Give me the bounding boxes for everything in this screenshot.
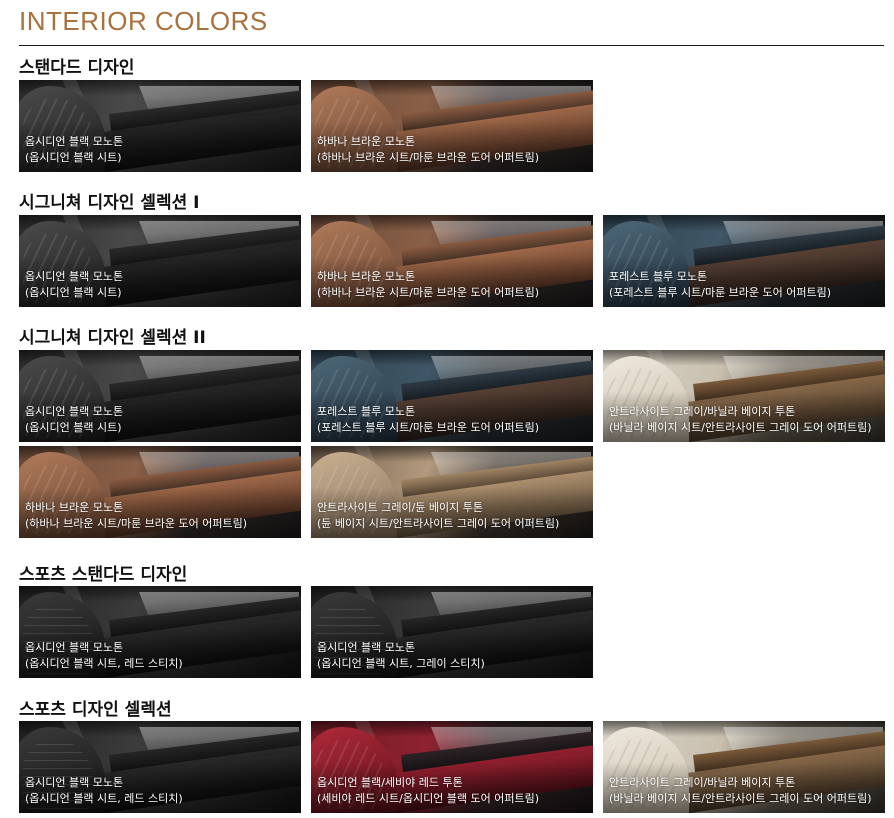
section-title-standard-design: 스탠다드 디자인	[19, 58, 135, 78]
swatch-color-name: 하바나 브라운 모노톤	[317, 270, 416, 283]
swatch-caption: 옵시디언 블랙 모노톤 (옵시디언 블랙 시트)	[25, 134, 123, 166]
swatch-color-name: 하바나 브라운 모노톤	[25, 501, 124, 514]
swatch-color-name: 옵시디언 블랙 모노톤	[317, 641, 416, 654]
swatch-color-detail: (옵시디언 블랙 시트, 레드 스티치)	[25, 792, 183, 805]
swatch-color-detail: (하바나 브라운 시트/마룬 브라운 도어 어퍼트림)	[317, 151, 540, 164]
swatch-color-name: 옵시디언 블랙 모노톤	[25, 641, 124, 654]
swatch-color-name: 안트라사이트 그레이/바닐라 베이지 투톤	[609, 405, 796, 418]
interior-swatch[interactable]: 하바나 브라운 모노톤 (하바나 브라운 시트/마룬 브라운 도어 어퍼트림)	[311, 215, 593, 307]
interior-swatch[interactable]: 포레스트 블루 모노톤 (포레스트 블루 시트/마룬 브라운 도어 어퍼트림)	[311, 350, 593, 442]
swatch-color-name: 옵시디언 블랙 모노톤	[25, 776, 124, 789]
swatch-caption: 하바나 브라운 모노톤 (하바나 브라운 시트/마룬 브라운 도어 어퍼트림)	[317, 134, 539, 166]
swatch-color-detail: (포레스트 블루 시트/마룬 브라운 도어 어퍼트림)	[609, 286, 832, 299]
interior-swatch[interactable]: 하바나 브라운 모노톤 (하바나 브라운 시트/마룬 브라운 도어 어퍼트림)	[19, 446, 301, 538]
swatch-color-name: 하바나 브라운 모노톤	[317, 135, 416, 148]
interior-swatch[interactable]: 옵시디언 블랙 모노톤 (옵시디언 블랙 시트)	[19, 350, 301, 442]
swatch-color-detail: (하바나 브라운 시트/마룬 브라운 도어 어퍼트림)	[25, 517, 248, 530]
swatch-caption: 안트라사이트 그레이/듄 베이지 투톤 (듄 베이지 시트/안트라사이트 그레이…	[317, 500, 559, 532]
swatch-color-name: 옵시디언 블랙 모노톤	[25, 135, 124, 148]
interior-swatch[interactable]: 안트라사이트 그레이/듄 베이지 투톤 (듄 베이지 시트/안트라사이트 그레이…	[311, 446, 593, 538]
interior-swatch[interactable]: 옵시디언 블랙/세비야 레드 투톤 (세비야 레드 시트/옵시디언 블랙 도어 …	[311, 721, 593, 813]
section-title-sports-standard-design: 스포츠 스탠다드 디자인	[19, 565, 188, 585]
swatch-color-detail: (포레스트 블루 시트/마룬 브라운 도어 어퍼트림)	[317, 421, 540, 434]
swatch-caption: 옵시디언 블랙/세비야 레드 투톤 (세비야 레드 시트/옵시디언 블랙 도어 …	[317, 775, 539, 807]
interior-swatch[interactable]: 옵시디언 블랙 모노톤 (옵시디언 블랙 시트, 그레이 스티치)	[311, 586, 593, 678]
swatch-color-detail: (옵시디언 블랙 시트, 그레이 스티치)	[317, 657, 485, 670]
swatch-color-detail: (옵시디언 블랙 시트)	[25, 286, 122, 299]
swatch-caption: 하바나 브라운 모노톤 (하바나 브라운 시트/마룬 브라운 도어 어퍼트림)	[25, 500, 247, 532]
swatch-color-name: 옵시디언 블랙 모노톤	[25, 270, 124, 283]
swatch-color-detail: (옵시디언 블랙 시트)	[25, 421, 122, 434]
swatch-caption: 옵시디언 블랙 모노톤 (옵시디언 블랙 시트)	[25, 269, 123, 301]
swatch-color-name: 안트라사이트 그레이/듄 베이지 투톤	[317, 501, 483, 514]
interior-swatch[interactable]: 옵시디언 블랙 모노톤 (옵시디언 블랙 시트)	[19, 215, 301, 307]
swatch-color-detail: (하바나 브라운 시트/마룬 브라운 도어 어퍼트림)	[317, 286, 540, 299]
swatch-caption: 옵시디언 블랙 모노톤 (옵시디언 블랙 시트)	[25, 404, 123, 436]
interior-swatch[interactable]: 옵시디언 블랙 모노톤 (옵시디언 블랙 시트, 레드 스티치)	[19, 721, 301, 813]
swatch-color-detail: (바닐라 베이지 시트/안트라사이트 그레이 도어 어퍼트림)	[609, 421, 872, 434]
swatch-caption: 안트라사이트 그레이/바닐라 베이지 투톤 (바닐라 베이지 시트/안트라사이트…	[609, 775, 872, 807]
swatch-caption: 포레스트 블루 모노톤 (포레스트 블루 시트/마룬 브라운 도어 어퍼트림)	[317, 404, 539, 436]
swatch-caption: 옵시디언 블랙 모노톤 (옵시디언 블랙 시트, 그레이 스티치)	[317, 640, 485, 672]
swatch-color-detail: (듄 베이지 시트/안트라사이트 그레이 도어 어퍼트림)	[317, 517, 560, 530]
swatch-color-name: 포레스트 블루 모노톤	[317, 405, 416, 418]
interior-swatch[interactable]: 하바나 브라운 모노톤 (하바나 브라운 시트/마룬 브라운 도어 어퍼트림)	[311, 80, 593, 172]
swatch-caption: 안트라사이트 그레이/바닐라 베이지 투톤 (바닐라 베이지 시트/안트라사이트…	[609, 404, 872, 436]
interior-swatch[interactable]: 안트라사이트 그레이/바닐라 베이지 투톤 (바닐라 베이지 시트/안트라사이트…	[603, 350, 885, 442]
swatch-color-name: 포레스트 블루 모노톤	[609, 270, 708, 283]
section-title-signature-selection-2: 시그니쳐 디자인 셀렉션 II	[19, 328, 206, 348]
swatch-color-name: 옵시디언 블랙/세비야 레드 투톤	[317, 776, 463, 789]
swatch-color-name: 안트라사이트 그레이/바닐라 베이지 투톤	[609, 776, 796, 789]
section-title-sports-design-selection: 스포츠 디자인 셀렉션	[19, 700, 172, 720]
swatch-color-detail: (옵시디언 블랙 시트)	[25, 151, 122, 164]
interior-swatch[interactable]: 옵시디언 블랙 모노톤 (옵시디언 블랙 시트)	[19, 80, 301, 172]
interior-swatch[interactable]: 안트라사이트 그레이/바닐라 베이지 투톤 (바닐라 베이지 시트/안트라사이트…	[603, 721, 885, 813]
swatch-color-detail: (세비야 레드 시트/옵시디언 블랙 도어 어퍼트림)	[317, 792, 540, 805]
swatch-caption: 옵시디언 블랙 모노톤 (옵시디언 블랙 시트, 레드 스티치)	[25, 775, 183, 807]
section-title-signature-selection-1: 시그니쳐 디자인 셀렉션 I	[19, 193, 200, 213]
swatch-color-detail: (바닐라 베이지 시트/안트라사이트 그레이 도어 어퍼트림)	[609, 792, 872, 805]
swatch-caption: 하바나 브라운 모노톤 (하바나 브라운 시트/마룬 브라운 도어 어퍼트림)	[317, 269, 539, 301]
interior-swatch[interactable]: 옵시디언 블랙 모노톤 (옵시디언 블랙 시트, 레드 스티치)	[19, 586, 301, 678]
swatch-caption: 포레스트 블루 모노톤 (포레스트 블루 시트/마룬 브라운 도어 어퍼트림)	[609, 269, 831, 301]
swatch-caption: 옵시디언 블랙 모노톤 (옵시디언 블랙 시트, 레드 스티치)	[25, 640, 183, 672]
swatch-color-name: 옵시디언 블랙 모노톤	[25, 405, 124, 418]
page-title: INTERIOR COLORS	[19, 6, 268, 36]
interior-swatch[interactable]: 포레스트 블루 모노톤 (포레스트 블루 시트/마룬 브라운 도어 어퍼트림)	[603, 215, 885, 307]
title-divider	[19, 45, 884, 46]
swatch-color-detail: (옵시디언 블랙 시트, 레드 스티치)	[25, 657, 183, 670]
